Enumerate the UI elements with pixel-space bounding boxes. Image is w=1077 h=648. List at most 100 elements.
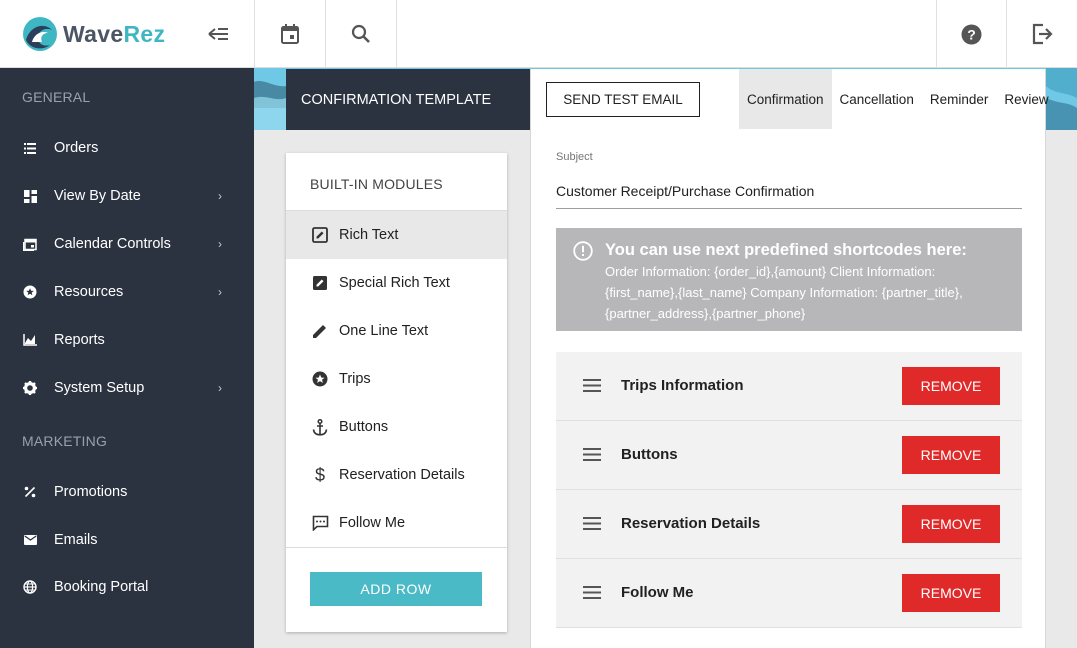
sidebar-item-label: Calendar Controls <box>54 236 171 252</box>
template-rows: Trips Information REMOVE Buttons REMOVE … <box>556 352 1022 628</box>
info-icon <box>573 241 593 266</box>
collapse-menu-icon[interactable] <box>196 0 240 68</box>
built-in-modules-card: BUILT-IN MODULES Rich Text Special Rich … <box>286 153 507 632</box>
mail-icon <box>23 533 37 547</box>
subject-label: Subject <box>556 151 593 163</box>
wave-logo-icon <box>23 17 57 51</box>
gear-icon <box>23 381 37 395</box>
tab-confirmation[interactable]: Confirmation <box>739 69 832 129</box>
dashboard-icon <box>23 189 37 203</box>
sidebar-item-system-setup[interactable]: System Setup › <box>0 368 254 408</box>
sidebar-item-label: View By Date <box>54 188 141 204</box>
sidebar-item-calendar-controls[interactable]: Calendar Controls › <box>0 224 254 264</box>
logo-text: WaveRez <box>63 20 166 47</box>
top-bar: WaveRez ? <box>0 0 1077 68</box>
resources-icon <box>23 285 37 299</box>
sidebar-item-resources[interactable]: Resources › <box>0 272 254 312</box>
row-label: Trips Information <box>621 377 744 394</box>
sidebar-item-label: Emails <box>54 532 98 548</box>
chevron-right-icon: › <box>218 381 222 395</box>
module-reservation-details[interactable]: $ Reservation Details <box>286 451 507 499</box>
help-icon[interactable]: ? <box>937 0 1006 68</box>
tab-cancellation[interactable]: Cancellation <box>832 69 922 129</box>
calendar-icon[interactable] <box>255 0 325 68</box>
sidebar-item-emails[interactable]: Emails <box>0 520 254 560</box>
shortcodes-notice: You can use next predefined shortcodes h… <box>556 228 1022 331</box>
sidebar-item-label: Booking Portal <box>54 579 149 595</box>
template-row[interactable]: Follow Me REMOVE <box>556 559 1022 628</box>
template-tabs: Confirmation Cancellation Reminder Revie… <box>739 69 1057 129</box>
module-label: Reservation Details <box>339 467 465 483</box>
tab-review[interactable]: Review <box>996 69 1056 129</box>
chart-icon <box>23 333 37 347</box>
wavere-logo[interactable]: WaveRez <box>22 14 165 54</box>
notice-body: Order Information: {order_id},{amount} C… <box>605 264 963 321</box>
dollar-icon: $ <box>311 466 329 484</box>
module-label: Special Rich Text <box>339 275 450 291</box>
percent-icon <box>23 485 37 499</box>
row-label: Reservation Details <box>621 515 761 532</box>
notice-title: You can use next predefined shortcodes h… <box>605 241 967 259</box>
template-title: CONFIRMATION TEMPLATE <box>286 69 530 130</box>
calendar-controls-icon <box>23 237 37 251</box>
logout-icon[interactable] <box>1007 0 1077 68</box>
sidebar-item-booking-portal[interactable]: Booking Portal <box>0 567 254 607</box>
sidebar-item-label: System Setup <box>54 380 145 396</box>
add-row-button[interactable]: ADD ROW <box>310 572 482 606</box>
sidebar: GENERAL Orders View By Date › Calendar C… <box>0 68 254 648</box>
tab-reminder[interactable]: Reminder <box>922 69 997 129</box>
drag-handle-icon[interactable] <box>583 517 601 535</box>
module-buttons[interactable]: Buttons <box>286 403 507 451</box>
sidebar-item-promotions[interactable]: Promotions <box>0 472 254 512</box>
module-rich-text[interactable]: Rich Text <box>286 211 507 259</box>
star-icon <box>311 370 329 388</box>
sidebar-item-label: Orders <box>54 140 99 156</box>
template-row[interactable]: Buttons REMOVE <box>556 421 1022 490</box>
sidebar-item-orders[interactable]: Orders <box>0 128 254 168</box>
module-one-line-text[interactable]: One Line Text <box>286 307 507 355</box>
chevron-right-icon: › <box>218 189 222 203</box>
comment-icon <box>311 514 329 532</box>
pencil-icon <box>311 322 329 340</box>
remove-button[interactable]: REMOVE <box>902 367 1000 405</box>
svg-text:?: ? <box>967 26 976 42</box>
modules-title: BUILT-IN MODULES <box>310 176 443 192</box>
special-rich-text-icon <box>311 274 329 292</box>
module-label: Buttons <box>339 419 389 435</box>
drag-handle-icon[interactable] <box>583 586 601 604</box>
rich-text-icon <box>311 226 329 244</box>
sidebar-item-reports[interactable]: Reports <box>0 320 254 360</box>
svg-text:$: $ <box>315 466 325 484</box>
sidebar-item-label: Promotions <box>54 484 128 500</box>
sidebar-item-view-by-date[interactable]: View By Date › <box>0 176 254 216</box>
module-label: Follow Me <box>339 515 406 531</box>
anchor-icon <box>311 418 329 436</box>
sidebar-item-label: Resources <box>54 284 124 300</box>
remove-button[interactable]: REMOVE <box>902 574 1000 612</box>
template-editor-panel: SEND TEST EMAIL Confirmation Cancellatio… <box>530 69 1049 648</box>
remove-button[interactable]: REMOVE <box>902 436 1000 474</box>
module-trips[interactable]: Trips <box>286 355 507 403</box>
subject-input[interactable] <box>556 174 1022 209</box>
remove-button[interactable]: REMOVE <box>902 505 1000 543</box>
template-row[interactable]: Reservation Details REMOVE <box>556 490 1022 559</box>
globe-icon <box>23 580 37 594</box>
send-test-email-button[interactable]: SEND TEST EMAIL <box>546 82 700 117</box>
chevron-right-icon: › <box>218 237 222 251</box>
sidebar-item-label: Reports <box>54 332 105 348</box>
module-follow-me[interactable]: Follow Me <box>286 499 507 547</box>
template-row[interactable]: Trips Information REMOVE <box>556 352 1022 421</box>
sidebar-section-general: GENERAL <box>22 89 91 105</box>
drag-handle-icon[interactable] <box>583 379 601 397</box>
row-label: Follow Me <box>621 584 694 601</box>
chevron-right-icon: › <box>218 285 222 299</box>
module-special-rich-text[interactable]: Special Rich Text <box>286 259 507 307</box>
sidebar-section-marketing: MARKETING <box>22 433 108 449</box>
module-label: Rich Text <box>339 227 399 243</box>
module-label: Trips <box>339 371 371 387</box>
module-label: One Line Text <box>339 323 429 339</box>
row-label: Buttons <box>621 446 678 463</box>
search-icon[interactable] <box>326 0 396 68</box>
drag-handle-icon[interactable] <box>583 448 601 466</box>
list-icon <box>23 141 37 155</box>
